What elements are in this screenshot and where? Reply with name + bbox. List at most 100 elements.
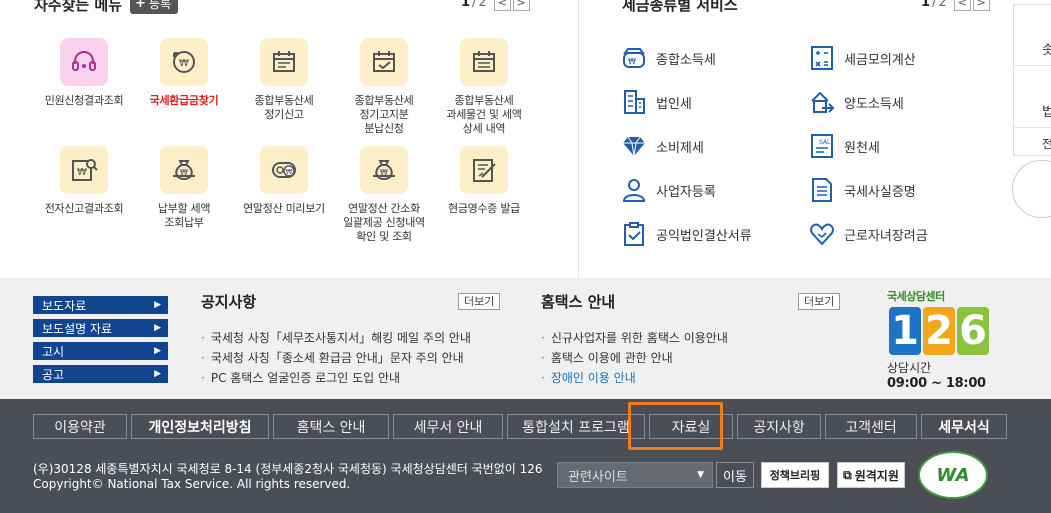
service-income-tax[interactable]: ₩ 종합소득세 <box>620 44 808 72</box>
money-bag-list-icon: ₩ <box>360 146 408 194</box>
notice-item[interactable]: 국세청 사칭「세무조사통지서」해킹 메일 주의 안내 <box>201 328 471 348</box>
plus-icon: + <box>135 0 146 11</box>
services-header: 세금종류별 서비스 <box>622 0 738 16</box>
refund-coin-icon: ₩ <box>160 38 208 86</box>
call-center-banner[interactable]: 국세상담센터 1 2 6 상담시간 09:00 ~ 18:00 <box>887 288 997 391</box>
services-row: 소비제세 SAL 원천세 <box>620 124 1010 168</box>
favorites-next-button[interactable]: > <box>512 0 530 11</box>
pager-current: 1 <box>921 0 931 10</box>
side-panel-text: 전 <box>1042 137 1051 151</box>
footer-terms-link[interactable]: 이용약관 <box>33 414 127 439</box>
hometax-guide-item[interactable]: 신규사업자를 위한 홈택스 이용안내 <box>541 328 728 348</box>
favorite-label: 종합부동산세 과세물건 및 세액 상세 내역 <box>446 94 522 135</box>
favorites-title: 자주찾는 메뉴 <box>34 0 123 14</box>
favorites-pager: 1 / 2 < > <box>461 0 530 11</box>
add-favorite-label: 등록 <box>148 0 172 11</box>
hometax-more-button[interactable]: 더보기 <box>798 293 841 310</box>
remote-support-button[interactable]: ⧉ 원격지원 <box>837 462 905 488</box>
heart-icon <box>808 220 836 248</box>
services-row: 법인세 양도소득세 <box>620 80 1010 124</box>
certificate-icon <box>808 176 836 204</box>
policy-briefing-badge[interactable]: 정책브리핑 <box>761 462 829 488</box>
favorites-grid: 민원신청결과조회 ₩ 국세환급금찾기 종합부동산세 정기신고 종합부동산세 정기… <box>34 38 564 244</box>
withholding-icon: SAL <box>808 132 836 160</box>
favorite-civil-result[interactable]: 민원신청결과조회 <box>34 38 134 136</box>
notice-more-button[interactable]: 더보기 <box>458 293 501 310</box>
service-worker-child-incentive[interactable]: 근로자녀장려금 <box>808 220 996 248</box>
notice-item[interactable]: 국세청 사칭「종소세 환급금 안내」문자 주의 안내 <box>201 348 471 368</box>
related-sites-select[interactable]: 관련사이트 ▼ <box>557 462 713 488</box>
favorite-cash-receipt[interactable]: 현금영수증 발급 <box>434 146 534 244</box>
notice-list: 국세청 사칭「세무조사통지서」해킹 메일 주의 안내 국세청 사칭「종소세 환급… <box>201 328 471 388</box>
section-divider <box>578 0 579 278</box>
call-center-digit: 1 <box>889 307 921 355</box>
category-press-explanation[interactable]: 보도설명 자료 ▶ <box>33 319 168 337</box>
footer-tax-forms-link[interactable]: 세무서식 <box>921 414 1007 439</box>
income-tax-icon: ₩ <box>620 44 648 72</box>
service-business-registration[interactable]: 사업자등록 <box>620 176 808 204</box>
service-corporate-tax[interactable]: 법인세 <box>620 88 808 116</box>
footer-install-program-link[interactable]: 통합설치 프로그램 <box>507 414 645 439</box>
receipt-icon <box>460 146 508 194</box>
category-press-release[interactable]: 보도자료 ▶ <box>33 296 168 314</box>
service-tax-certificate[interactable]: 국세사실증명 <box>808 176 996 204</box>
favorites-prev-button[interactable]: < <box>493 0 511 11</box>
press-categories: 보도자료 ▶ 보도설명 자료 ▶ 고시 ▶ 공고 ▶ <box>33 296 168 388</box>
service-public-interest-docs[interactable]: 공익법인결산서류 <box>620 220 808 248</box>
favorite-realestate-installment[interactable]: 종합부동산세 정기고지분 분납신청 <box>334 38 434 136</box>
favorite-label: 연말정산 미리보기 <box>243 202 325 215</box>
service-transfer-tax[interactable]: 양도소득세 <box>808 88 996 116</box>
category-label: 공고 <box>42 367 65 382</box>
favorite-yearend-simplified[interactable]: ₩ 연말정산 간소화 일괄제공 신청내역 확인 및 조회 <box>334 146 434 244</box>
favorite-label: 종합부동산세 정기신고 <box>254 94 314 121</box>
pager-total: 2 <box>938 0 947 10</box>
svg-text:₩: ₩ <box>286 168 293 176</box>
footer-privacy-link[interactable]: 개인정보처리방침 <box>131 414 269 439</box>
hometax-guide-item[interactable]: 홈택스 이용에 관한 안내 <box>541 348 728 368</box>
svg-text:₩: ₩ <box>179 58 189 69</box>
favorite-realestate-filing[interactable]: 종합부동산세 정기신고 <box>234 38 334 136</box>
category-label: 고시 <box>42 344 65 359</box>
favorite-efiling-result[interactable]: ₩ 전자신고결과조회 <box>34 146 134 244</box>
go-button[interactable]: 이동 <box>716 462 754 488</box>
service-consumption-tax[interactable]: 소비제세 <box>620 132 808 160</box>
notice-item[interactable]: PC 홈택스 얼굴인증 로그인 도입 안내 <box>201 368 471 388</box>
favorite-tax-payment[interactable]: ₩ 납부할 세액 조회납부 <box>134 146 234 244</box>
service-tax-calculator[interactable]: 세금모의계산 <box>808 44 996 72</box>
footer-customer-center-link[interactable]: 고객센터 <box>825 414 917 439</box>
footer-taxoffice-link[interactable]: 세무서 안내 <box>393 414 503 439</box>
address-text: (우)30128 세종특별자치시 국세청로 8-14 (정부세종2청사 국세청동… <box>33 462 543 476</box>
services-pager: 1 / 2 < > <box>921 0 990 11</box>
wa-mark-text: WA <box>936 464 970 486</box>
service-withholding-tax[interactable]: SAL 원천세 <box>808 132 996 160</box>
category-announcement[interactable]: 공고 ▶ <box>33 365 168 383</box>
search-document-icon: ₩ <box>60 146 108 194</box>
services-prev-button[interactable]: < <box>953 0 971 11</box>
side-circle-button[interactable] <box>1012 160 1051 218</box>
footer-hometax-guide-link[interactable]: 홈택스 안내 <box>273 414 389 439</box>
add-favorite-button[interactable]: + 등록 <box>130 0 179 14</box>
favorite-yearend-preview[interactable]: ₩ 연말정산 미리보기 <box>234 146 334 244</box>
money-bag-icon: ₩ <box>160 146 208 194</box>
svg-text:₩: ₩ <box>380 168 388 177</box>
side-panel-divider <box>1014 65 1051 66</box>
web-accessibility-mark[interactable]: WA <box>918 451 988 499</box>
favorite-label: 현금영수증 발급 <box>448 202 520 215</box>
category-label: 보도자료 <box>42 298 87 313</box>
remote-support-icon: ⧉ <box>843 467 852 482</box>
footer-notice-link[interactable]: 공지사항 <box>737 414 821 439</box>
category-public-notice[interactable]: 고시 ▶ <box>33 342 168 360</box>
services-next-button[interactable]: > <box>972 0 990 11</box>
hometax-guide-item[interactable]: 장애인 이용 안내 <box>541 368 728 388</box>
person-icon <box>620 176 648 204</box>
calendar-icon <box>260 38 308 86</box>
footer-nav: 이용약관 개인정보처리방침 홈택스 안내 세무서 안내 통합설치 프로그램 자료… <box>33 414 1007 439</box>
services-row: 사업자등록 국세사실증명 <box>620 168 1010 212</box>
svg-text:₩: ₩ <box>180 168 188 177</box>
favorite-tax-refund[interactable]: ₩ 국세환급금찾기 <box>134 38 234 136</box>
service-label: 소비제세 <box>656 140 704 156</box>
clipboard-icon <box>620 220 648 248</box>
side-panel-text: 솟 <box>1042 43 1051 58</box>
notice-band: 보도자료 ▶ 보도설명 자료 ▶ 고시 ▶ 공고 ▶ 공지사항 더보기 국세청 사칭「세… <box>0 278 1051 399</box>
favorite-realestate-details[interactable]: 종합부동산세 과세물건 및 세액 상세 내역 <box>434 38 534 136</box>
